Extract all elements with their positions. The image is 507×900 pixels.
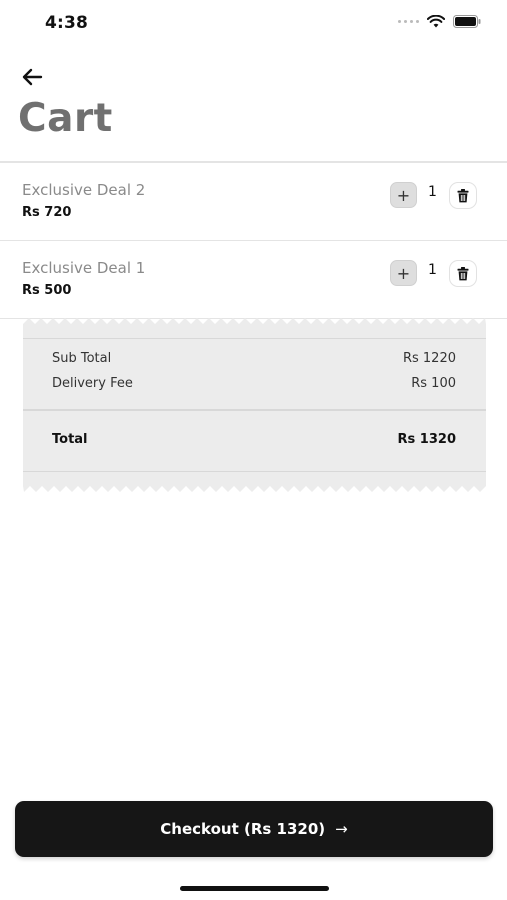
cart-screen: 4:38 Cart Exclusive Deal 2 Rs 720 + 1 Ex… [0,0,507,900]
status-bar: 4:38 [0,0,507,48]
cart-item: Exclusive Deal 2 Rs 720 + 1 [0,163,507,241]
checkout-button[interactable]: Checkout (Rs 1320) → [15,801,493,857]
increase-quantity-button[interactable]: + [390,260,417,286]
plus-icon: + [396,263,411,283]
delivery-fee-label: Delivery Fee [52,376,133,391]
status-icons [398,15,481,28]
delete-item-button[interactable] [449,260,477,287]
total-label: Total [52,432,88,447]
plus-icon: + [396,185,411,205]
delete-item-button[interactable] [449,182,477,209]
arrow-left-icon [22,68,43,86]
signal-icon [398,20,419,23]
divider [23,409,486,411]
cart-item: Exclusive Deal 1 Rs 500 + 1 [0,241,507,319]
status-time: 4:38 [45,13,89,33]
subtotal-label: Sub Total [52,351,112,366]
trash-icon [457,266,469,280]
back-button[interactable] [18,64,46,90]
delivery-fee-value: Rs 100 [411,376,456,391]
item-price: Rs 500 [22,283,72,298]
total-row: Total Rs 1320 [52,432,456,447]
home-indicator [180,886,329,891]
increase-quantity-button[interactable]: + [390,182,417,208]
divider [23,471,486,472]
battery-icon [453,15,481,28]
item-name: Exclusive Deal 1 [22,259,146,277]
page-title: Cart [18,96,113,141]
trash-icon [457,188,469,202]
item-name: Exclusive Deal 2 [22,181,146,199]
item-price: Rs 720 [22,205,72,220]
total-value: Rs 1320 [397,432,456,447]
subtotal-row: Sub Total Rs 1220 [52,351,456,366]
arrow-right-icon: → [335,820,348,838]
subtotal-value: Rs 1220 [402,351,456,366]
order-summary-receipt: Sub Total Rs 1220 Delivery Fee Rs 100 To… [23,318,486,492]
wifi-icon [427,15,445,28]
divider [23,338,486,339]
delivery-fee-row: Delivery Fee Rs 100 [52,376,456,391]
quantity-value: 1 [428,184,437,200]
receipt-paper [23,318,486,492]
quantity-value: 1 [428,262,437,278]
checkout-label: Checkout (Rs 1320) [160,820,326,838]
